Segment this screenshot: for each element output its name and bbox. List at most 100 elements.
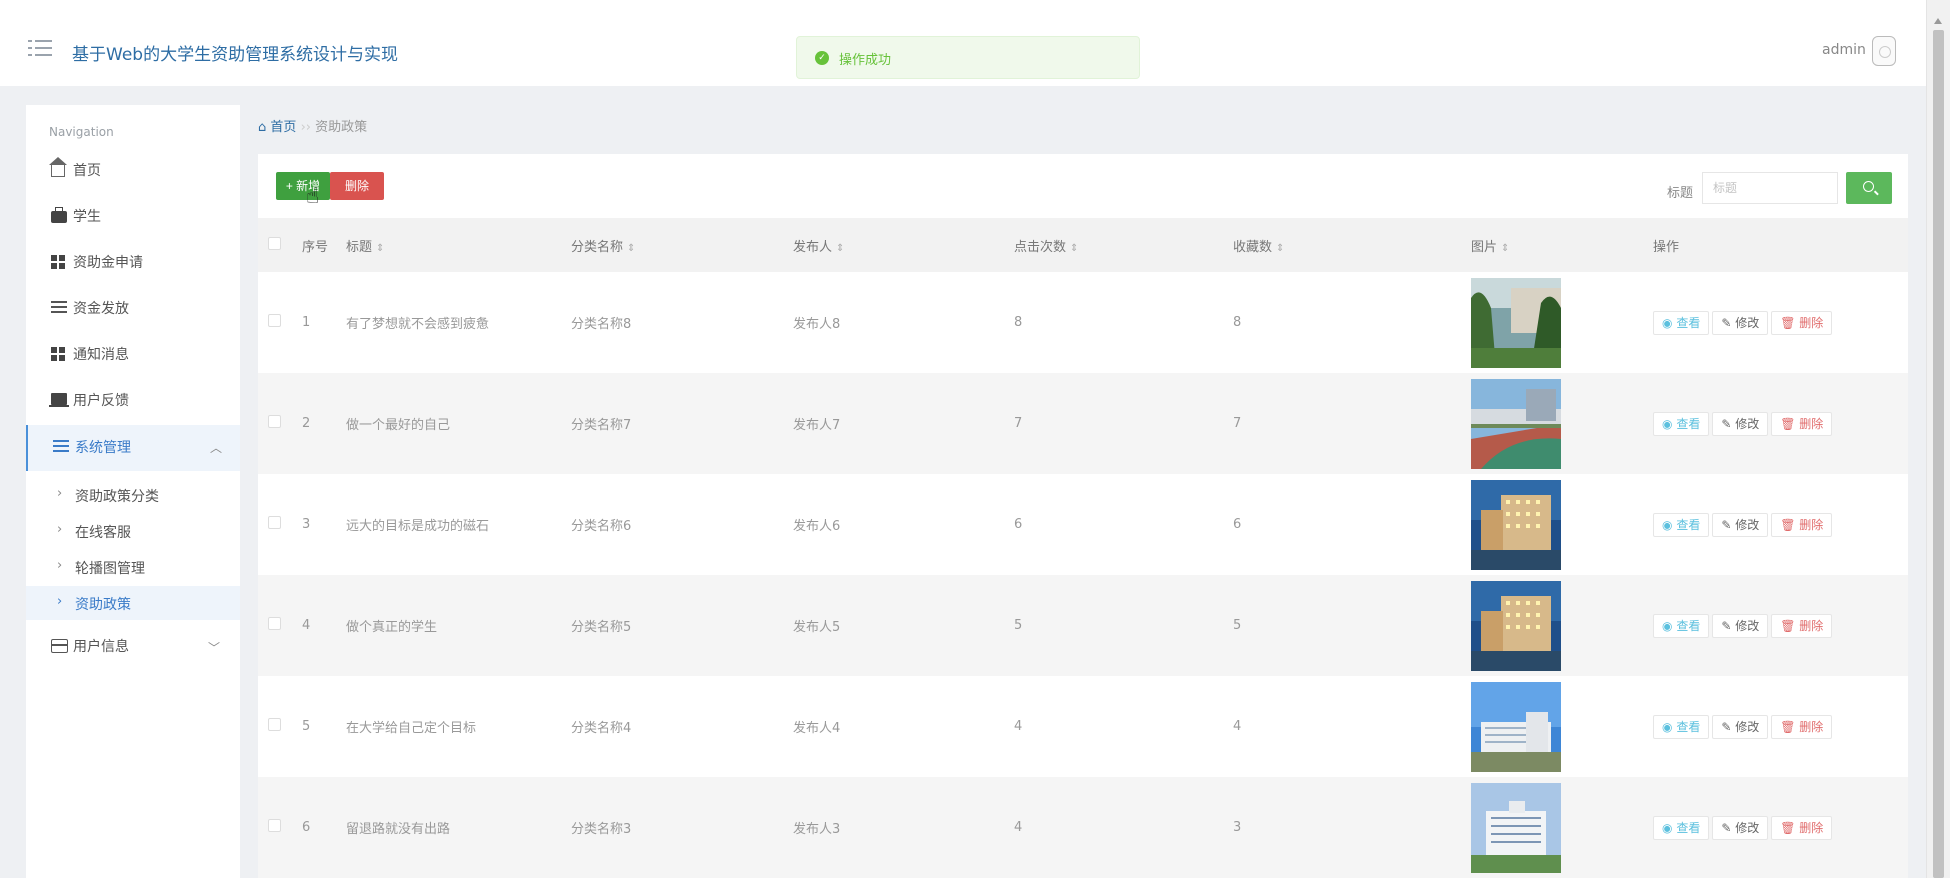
view-button[interactable]: ◉ 查看 [1653, 714, 1710, 739]
column-header-title[interactable]: 标题 ⇕ [346, 218, 571, 272]
edit-button[interactable]: ✎ 修改 [1712, 714, 1769, 739]
menu-icon[interactable] [28, 40, 52, 62]
cell-index: 5 [302, 719, 311, 734]
column-header-image[interactable]: 图片 ⇕ [1471, 218, 1653, 272]
cell-clicks: 8 [1014, 315, 1023, 330]
sort-icon[interactable]: ⇕ [836, 243, 844, 254]
row-checkbox[interactable] [268, 314, 281, 327]
delete-button[interactable]: 删除 [330, 172, 384, 200]
row-delete-button[interactable]: 🗑 删除 [1771, 613, 1833, 638]
chevron-right-icon: › [57, 558, 63, 573]
view-button[interactable]: ◉ 查看 [1653, 411, 1710, 436]
cell-image [1471, 272, 1653, 373]
cell-title: 做个真正的学生 [346, 620, 438, 635]
cell-publisher: 发布人3 [793, 822, 841, 837]
cell-actions: ◉ 查看 ✎ 修改 🗑 删除 [1653, 272, 1908, 373]
row-checkbox[interactable] [268, 516, 281, 529]
view-button[interactable]: ◉ 查看 [1653, 310, 1710, 335]
edit-button[interactable]: ✎ 修改 [1712, 411, 1769, 436]
row-checkbox[interactable] [268, 819, 281, 832]
search-input[interactable] [1702, 172, 1838, 204]
sidebar-item-feedback[interactable]: 用户反馈 [26, 381, 240, 421]
main-content: + 新增 删除 ☝ 标题 序号 标题⇕ 分类名称⇕ 发布人⇕ 点击次数⇕ 收藏数… [258, 154, 1908, 878]
scroll-up-arrow-icon[interactable] [1934, 18, 1942, 24]
view-button[interactable]: ◉ 查看 [1653, 815, 1710, 840]
trash-icon: 🗑 [1780, 719, 1796, 734]
cell-index: 4 [302, 618, 311, 633]
sidebar-item-label: 系统管理 [75, 440, 131, 456]
table-row[interactable]: 2 做一个最好的自己 分类名称7 发布人7 7 7 ◉ 查看 ✎ 修改 🗑 删除 [258, 373, 1908, 474]
thumbnail-image[interactable] [1471, 681, 1561, 772]
sidebar-item-notifications[interactable]: 通知消息 [26, 335, 240, 375]
column-header-publisher[interactable]: 发布人 ⇕ [793, 218, 1014, 272]
sidebar-subitem-policy-category[interactable]: › 资助政策分类 [26, 478, 240, 512]
sliders-icon [51, 299, 67, 315]
sidebar-item-fund-disbursement[interactable]: 资金发放 [26, 289, 240, 329]
thumbnail-image[interactable] [1471, 378, 1561, 469]
search-label: 标题 [1667, 186, 1694, 201]
column-header-favorites[interactable]: 收藏数 ⇕ [1233, 218, 1471, 272]
table-row[interactable]: 3 远大的目标是成功的磁石 分类名称6 发布人6 6 6 ◉ 查看 ✎ 修改 🗑 删除 [258, 474, 1908, 575]
cell-image [1471, 474, 1653, 575]
sort-icon[interactable]: ⇕ [1070, 243, 1078, 254]
row-checkbox[interactable] [268, 415, 281, 428]
edit-button[interactable]: ✎ 修改 [1712, 310, 1769, 335]
column-header-category[interactable]: 分类名称 ⇕ [571, 218, 793, 272]
column-header-clicks[interactable]: 点击次数 ⇕ [1014, 218, 1233, 272]
sort-icon[interactable]: ⇕ [1501, 243, 1509, 254]
sidebar-item-label: 用户信息 [73, 639, 129, 655]
table-row[interactable]: 1 有了梦想就不会感到疲惫 分类名称8 发布人8 8 8 ◉ 查看 ✎ 修改 🗑 删除 [258, 272, 1908, 373]
add-button[interactable]: + 新增 [276, 172, 330, 200]
sort-icon[interactable]: ⇕ [376, 243, 384, 254]
scroll-thumb[interactable] [1933, 30, 1944, 878]
eye-icon: ◉ [1662, 820, 1673, 835]
page-scrollbar[interactable] [1926, 0, 1950, 878]
edit-button[interactable]: ✎ 修改 [1712, 815, 1769, 840]
user-name[interactable]: admin [1822, 42, 1866, 58]
sidebar-subitem-grant-policy[interactable]: › 资助政策 [26, 586, 240, 620]
sidebar-item-system-management[interactable]: 系统管理 ︿ [26, 425, 240, 471]
row-delete-button[interactable]: 🗑 删除 [1771, 714, 1833, 739]
row-checkbox[interactable] [268, 617, 281, 630]
row-delete-button[interactable]: 🗑 删除 [1771, 815, 1833, 840]
sort-icon[interactable]: ⇕ [1276, 243, 1284, 254]
sidebar-item-grant-application[interactable]: 资助金申请 [26, 243, 240, 283]
thumbnail-image[interactable] [1471, 479, 1561, 570]
edit-button[interactable]: ✎ 修改 [1712, 512, 1769, 537]
row-delete-button[interactable]: 🗑 删除 [1771, 411, 1833, 436]
sidebar: Navigation 首页 学生 资助金申请 资金发放 通知消息 用户反馈 系统… [26, 105, 240, 878]
hand-cursor-icon: ☝ [306, 184, 320, 209]
row-delete-button[interactable]: 🗑 删除 [1771, 310, 1833, 335]
cell-category: 分类名称8 [571, 317, 632, 332]
row-checkbox[interactable] [268, 718, 281, 731]
sidebar-item-home[interactable]: 首页 [26, 151, 240, 191]
sidebar-item-user-info[interactable]: 用户信息 ﹀ [26, 627, 240, 667]
eye-icon: ◉ [1662, 315, 1673, 330]
sidebar-item-students[interactable]: 学生 [26, 197, 240, 237]
table-row[interactable]: 4 做个真正的学生 分类名称5 发布人5 5 5 ◉ 查看 ✎ 修改 🗑 删除 [258, 575, 1908, 676]
chevron-right-icon: › [57, 594, 63, 609]
cell-publisher: 发布人6 [793, 519, 841, 534]
row-delete-button[interactable]: 🗑 删除 [1771, 512, 1833, 537]
cell-category: 分类名称3 [571, 822, 632, 837]
sidebar-item-label: 用户反馈 [73, 393, 129, 409]
chevron-up-icon: ︿ [210, 441, 223, 455]
cell-publisher: 发布人4 [793, 721, 841, 736]
edit-icon: ✎ [1721, 820, 1732, 835]
breadcrumb-home[interactable]: 首页 [270, 120, 296, 135]
search-button[interactable] [1846, 172, 1892, 204]
select-all-checkbox[interactable] [268, 236, 281, 250]
sidebar-subitem-carousel[interactable]: › 轮播图管理 [26, 550, 240, 584]
thumbnail-image[interactable] [1471, 580, 1561, 671]
cell-actions: ◉ 查看 ✎ 修改 🗑 删除 [1653, 474, 1908, 575]
thumbnail-image[interactable] [1471, 782, 1561, 873]
table-row[interactable]: 6 留退路就没有出路 分类名称3 发布人3 4 3 ◉ 查看 ✎ 修改 🗑 删除 [258, 777, 1908, 878]
sort-icon[interactable]: ⇕ [627, 243, 635, 254]
view-button[interactable]: ◉ 查看 [1653, 613, 1710, 638]
sidebar-subitem-online-service[interactable]: › 在线客服 [26, 514, 240, 548]
edit-button[interactable]: ✎ 修改 [1712, 613, 1769, 638]
avatar[interactable] [1872, 36, 1896, 66]
view-button[interactable]: ◉ 查看 [1653, 512, 1710, 537]
table-row[interactable]: 5 在大学给自己定个目标 分类名称4 发布人4 4 4 ◉ 查看 ✎ 修改 🗑 删除 [258, 676, 1908, 777]
thumbnail-image[interactable] [1471, 277, 1561, 368]
